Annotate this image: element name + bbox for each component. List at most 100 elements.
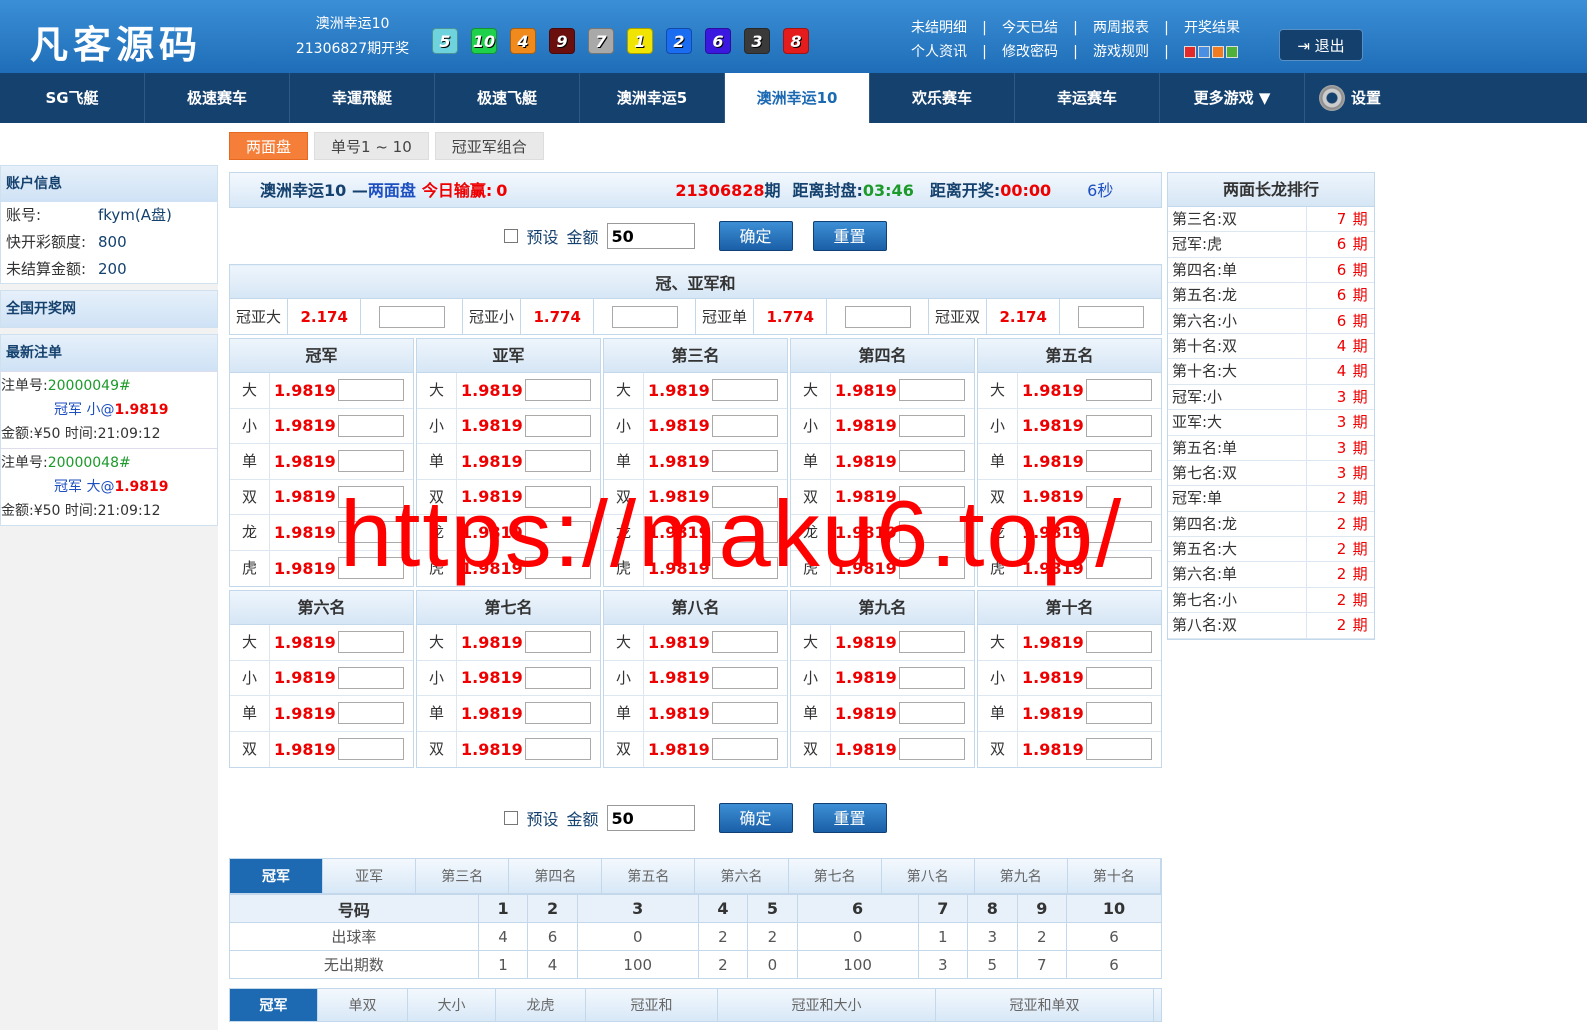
bet-amount-input[interactable]: [525, 521, 591, 544]
bet-option-row[interactable]: 大 1.9819: [604, 373, 787, 409]
bet-option-row[interactable]: 龙 1.9819: [791, 515, 974, 551]
bet-amount-input[interactable]: [712, 379, 778, 402]
nav-item[interactable]: 澳洲幸运5: [580, 73, 725, 123]
bet-amount-input[interactable]: [1086, 702, 1152, 725]
stats-tab[interactable]: 第八名: [882, 859, 975, 893]
bet-option-row[interactable]: 小 1.9819: [978, 660, 1161, 696]
bet-option-row[interactable]: 龙 1.9819: [417, 515, 600, 551]
bet-option-row[interactable]: 大 1.9819: [230, 625, 413, 661]
national-lottery-link[interactable]: 全国开奖网: [1, 291, 217, 327]
bet-option-row[interactable]: 单 1.9819: [417, 696, 600, 732]
bet-amount-input[interactable]: [1086, 450, 1152, 473]
bet-option-row[interactable]: 单 1.9819: [417, 444, 600, 480]
bet-amount-input[interactable]: [525, 666, 591, 689]
stats-tab[interactable]: 第三名: [416, 859, 510, 893]
bet-amount-input[interactable]: [338, 557, 404, 580]
bet-option-row[interactable]: 双 1.9819: [230, 479, 413, 515]
preset-checkbox-bottom[interactable]: [504, 811, 519, 825]
theme-swatch[interactable]: [1198, 46, 1210, 58]
refresh-timer[interactable]: 6秒: [1087, 173, 1113, 207]
stats-tab[interactable]: 第九名: [975, 859, 1068, 893]
bet-amount-input[interactable]: [525, 631, 591, 654]
bet-amount-input[interactable]: [525, 702, 591, 725]
bet-amount-input[interactable]: [712, 450, 778, 473]
bet-option-row[interactable]: 龙 1.9819: [230, 515, 413, 551]
bet-option-row[interactable]: 双 1.9819: [417, 479, 600, 515]
nav-item[interactable]: 欢乐赛车: [870, 73, 1015, 123]
bet-amount-input[interactable]: [1086, 557, 1152, 580]
bet-option-row[interactable]: 双 1.9819: [604, 731, 787, 767]
bet-amount-input[interactable]: [712, 666, 778, 689]
sum-amount-input[interactable]: [378, 305, 445, 328]
bet-option-row[interactable]: 大 1.9819: [417, 373, 600, 409]
bet-amount-input[interactable]: [525, 738, 591, 761]
preset-checkbox[interactable]: [504, 229, 519, 243]
stats-tab[interactable]: 第六名: [695, 859, 789, 893]
bet-amount-input[interactable]: [712, 738, 778, 761]
national-panel[interactable]: 全国开奖网: [0, 290, 218, 328]
bet-option-row[interactable]: 双 1.9819: [230, 731, 413, 767]
bet-amount-input[interactable]: [899, 521, 965, 544]
bet-option-row[interactable]: 小 1.9819: [604, 408, 787, 444]
stats-tab-2[interactable]: 冠军: [230, 989, 318, 1021]
stats-tab-2[interactable]: 单双: [318, 989, 408, 1021]
stats-tab[interactable]: 第七名: [789, 859, 882, 893]
bet-amount-input[interactable]: [525, 485, 591, 508]
stats-tab[interactable]: 第五名: [602, 859, 696, 893]
nav-item[interactable]: 极速飞艇: [435, 73, 580, 123]
bet-amount-input[interactable]: [525, 450, 591, 473]
bet-amount-input[interactable]: [1086, 738, 1152, 761]
stats-tab[interactable]: 冠军: [230, 859, 324, 893]
bet-amount-input[interactable]: [1086, 414, 1152, 437]
bet-option-row[interactable]: 虎 1.9819: [604, 550, 787, 586]
nav-item[interactable]: 极速赛车: [145, 73, 290, 123]
bet-option-row[interactable]: 大 1.9819: [417, 625, 600, 661]
bet-option-row[interactable]: 龙 1.9819: [978, 515, 1161, 551]
bet-amount-input[interactable]: [899, 631, 965, 654]
bet-option-row[interactable]: 大 1.9819: [604, 625, 787, 661]
bet-option-row[interactable]: 单 1.9819: [230, 696, 413, 732]
bet-option-row[interactable]: 单 1.9819: [791, 696, 974, 732]
bet-option-row[interactable]: 单 1.9819: [791, 444, 974, 480]
top-link[interactable]: 修改密码: [996, 40, 1064, 64]
bet-option-row[interactable]: 双 1.9819: [791, 731, 974, 767]
bet-option-row[interactable]: 小 1.9819: [417, 408, 600, 444]
bet-amount-input[interactable]: [712, 521, 778, 544]
bet-amount-input[interactable]: [899, 738, 965, 761]
bet-amount-input[interactable]: [338, 379, 404, 402]
reset-button[interactable]: 重置: [812, 221, 887, 251]
bet-option-row[interactable]: 小 1.9819: [978, 408, 1161, 444]
bet-amount-input[interactable]: [712, 702, 778, 725]
nav-item[interactable]: 更多游戏 ▼: [1160, 73, 1305, 123]
bet-option-row[interactable]: 双 1.9819: [417, 731, 600, 767]
bet-amount-input[interactable]: [1086, 631, 1152, 654]
nav-item[interactable]: SG飞艇: [0, 73, 145, 123]
stats-tab-2[interactable]: 冠亚和: [586, 989, 718, 1021]
amount-input[interactable]: [606, 223, 695, 249]
bet-option-row[interactable]: 单 1.9819: [604, 696, 787, 732]
sum-amount-input[interactable]: [611, 305, 678, 328]
bet-amount-input[interactable]: [899, 702, 965, 725]
top-link[interactable]: 两周报表: [1087, 16, 1155, 40]
logout-button[interactable]: ⇥ 退出: [1279, 29, 1363, 61]
bet-amount-input[interactable]: [899, 414, 965, 437]
theme-swatch[interactable]: [1184, 46, 1196, 58]
bet-option-row[interactable]: 小 1.9819: [791, 660, 974, 696]
subtab[interactable]: 两面盘: [229, 132, 309, 160]
top-link[interactable]: 个人资讯: [905, 40, 973, 64]
bet-option-row[interactable]: 双 1.9819: [978, 731, 1161, 767]
bet-amount-input[interactable]: [1086, 521, 1152, 544]
stats-tab-2[interactable]: 龙虎: [496, 989, 586, 1021]
bet-amount-input[interactable]: [899, 666, 965, 689]
bet-option-row[interactable]: 单 1.9819: [978, 444, 1161, 480]
bet-amount-input[interactable]: [338, 631, 404, 654]
bet-option-row[interactable]: 大 1.9819: [230, 373, 413, 409]
bet-amount-input[interactable]: [525, 414, 591, 437]
bet-option-row[interactable]: 小 1.9819: [230, 408, 413, 444]
bet-amount-input[interactable]: [338, 702, 404, 725]
bet-amount-input[interactable]: [338, 450, 404, 473]
bet-option-row[interactable]: 大 1.9819: [978, 373, 1161, 409]
theme-swatch[interactable]: [1212, 46, 1224, 58]
nav-settings[interactable]: 设置: [1305, 73, 1395, 123]
bet-amount-input[interactable]: [712, 557, 778, 580]
